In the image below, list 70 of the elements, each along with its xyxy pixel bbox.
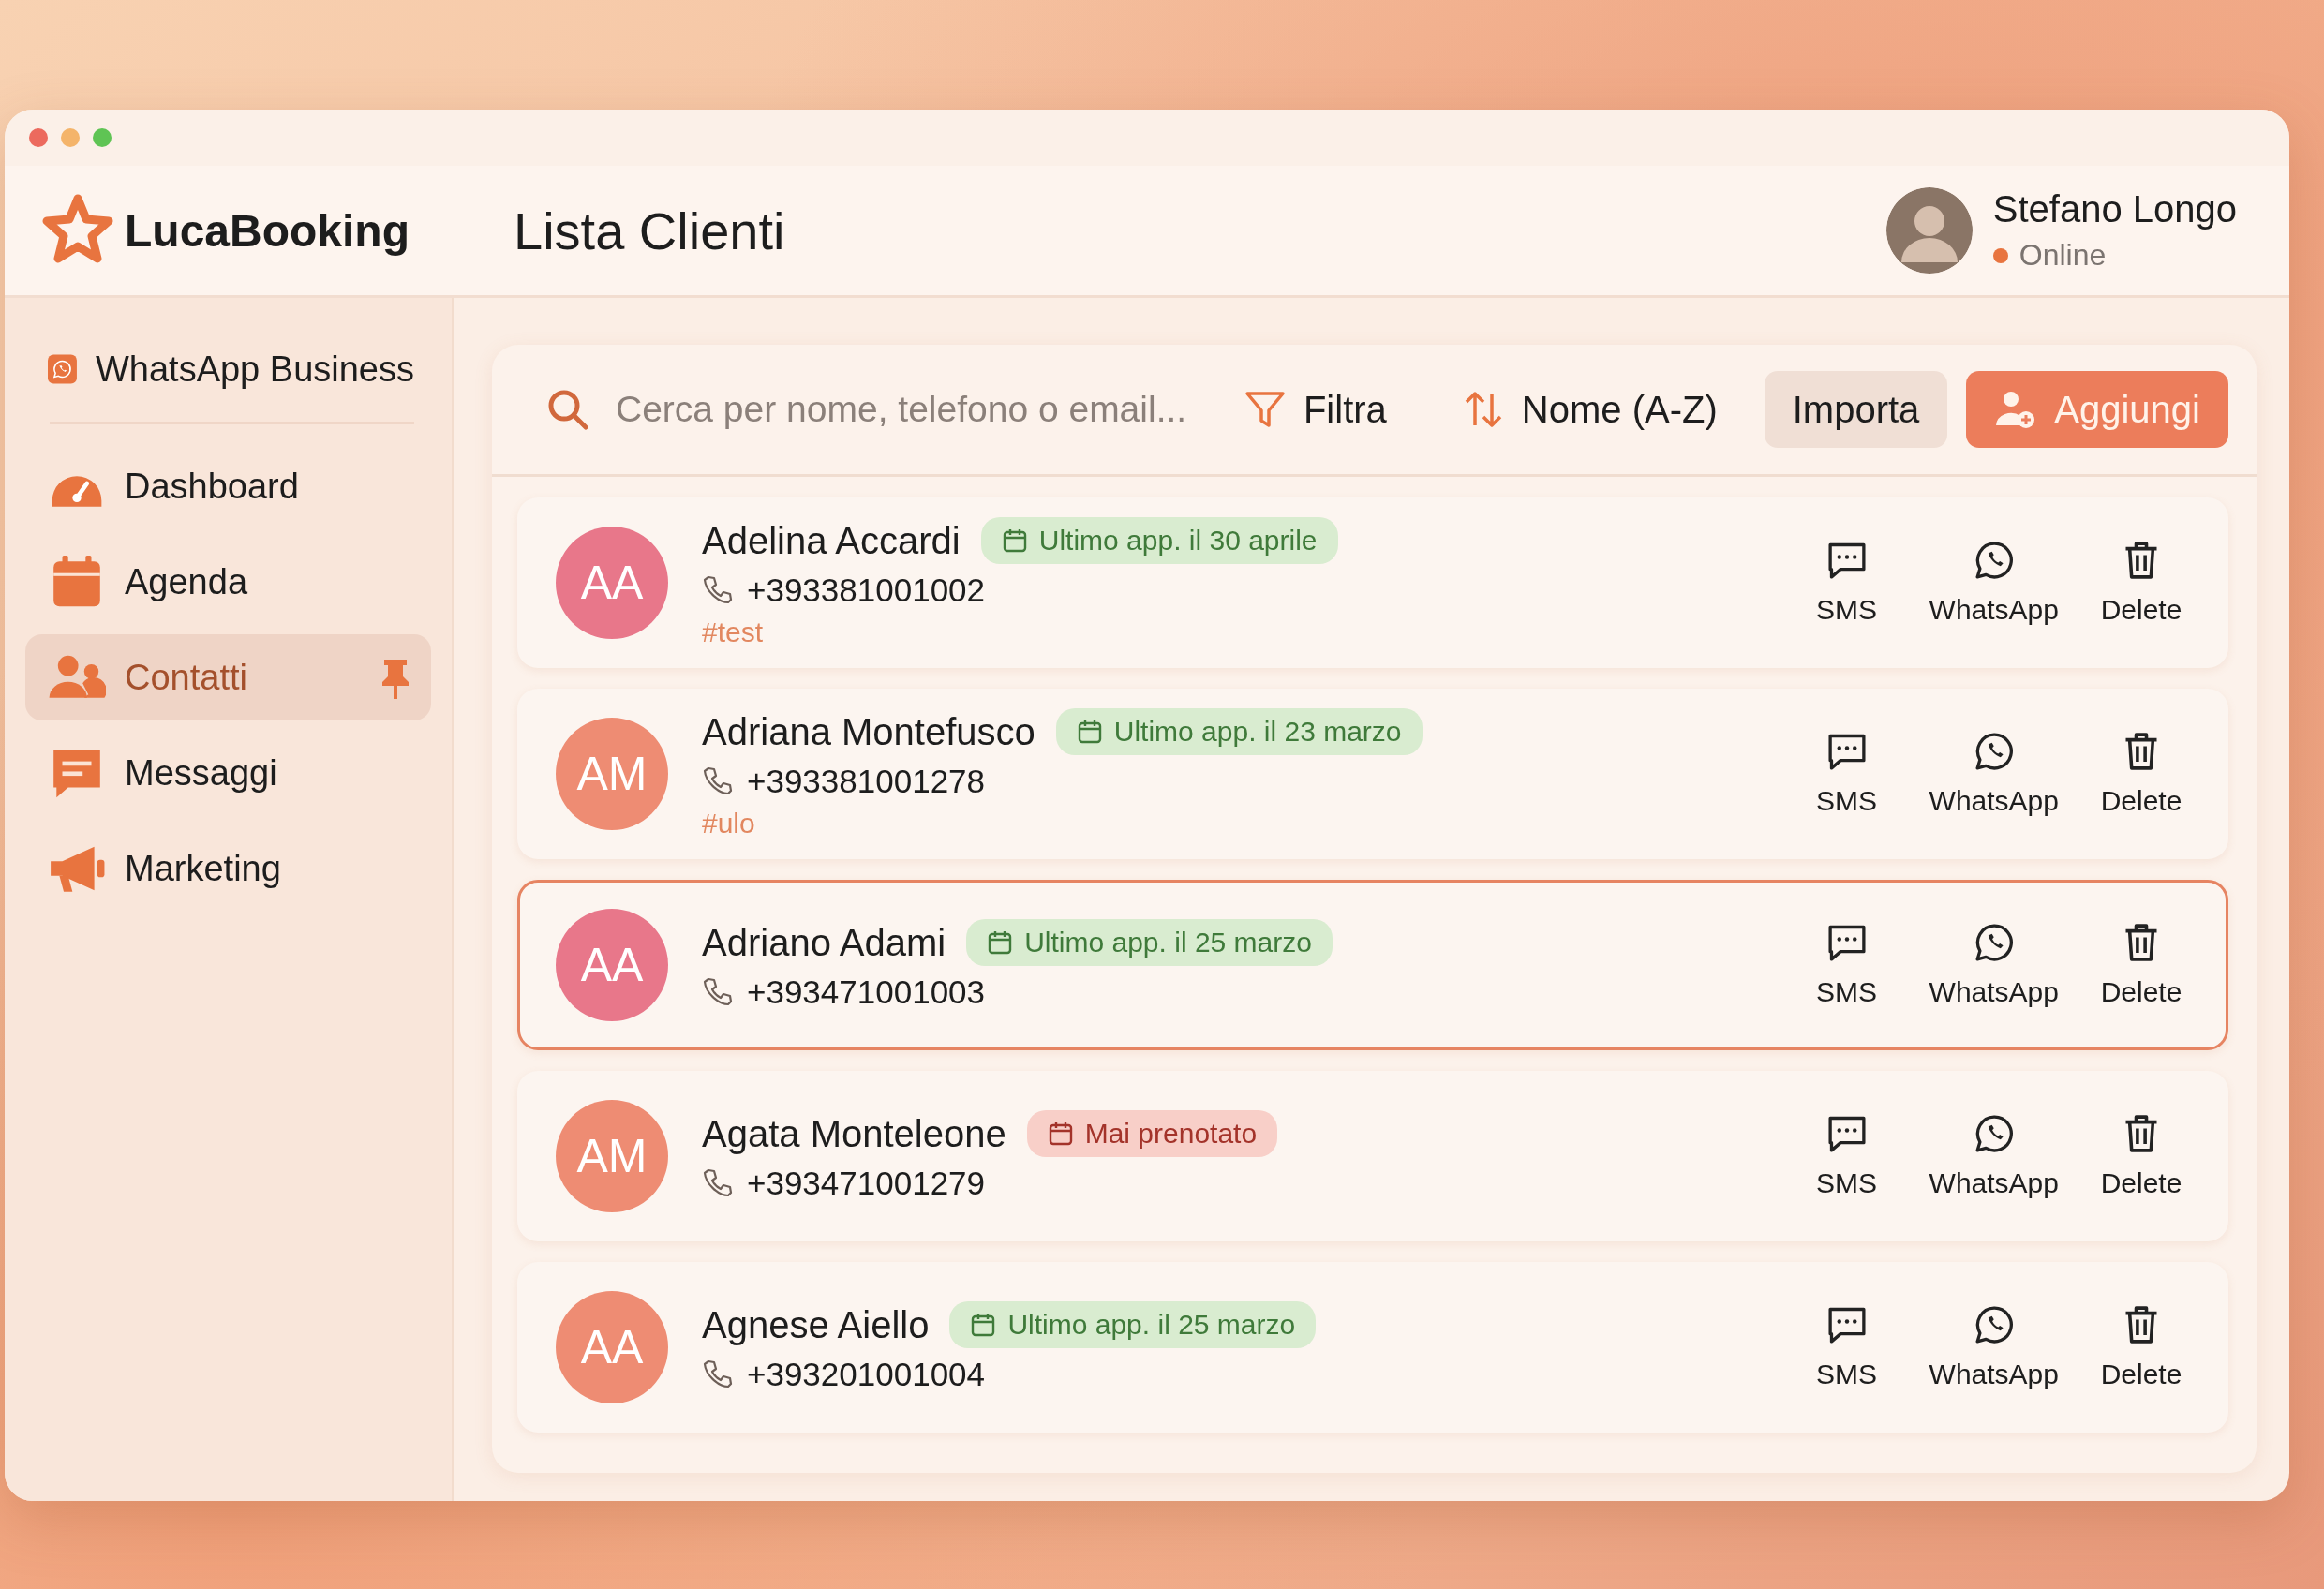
calendar-icon: [1001, 527, 1028, 554]
calendar-icon: [1076, 719, 1103, 745]
phone-icon: [702, 765, 734, 797]
initials-avatar: AM: [556, 1100, 668, 1212]
user-status: Online: [2019, 238, 2107, 273]
sidebar-item[interactable]: Messaggi: [25, 730, 431, 816]
sort-button[interactable]: Nome (A-Z): [1433, 388, 1746, 431]
sms-button[interactable]: SMS: [1780, 1107, 1913, 1205]
client-card[interactable]: AA Adelina Accardi Ultimo app. il 30 aprile +393381001002 #test SMS WhatsApp Delete: [517, 497, 2228, 668]
import-button[interactable]: Importa: [1764, 371, 1948, 448]
client-card[interactable]: AA Adriano Adami Ultimo app. il 25 marzo +393471001003 SMS WhatsApp Delete: [517, 880, 2228, 1050]
phone-number: +393201001004: [747, 1356, 986, 1393]
appointment-badge: Ultimo app. il 30 aprile: [980, 517, 1338, 564]
whatsapp-button[interactable]: WhatsApp: [1921, 916, 2066, 1014]
calendar-icon: [1047, 1121, 1074, 1147]
close-button[interactable]: [29, 128, 48, 147]
client-name: Adriano Adami: [702, 921, 946, 964]
calendar-icon: [987, 929, 1014, 956]
appointment-badge: Mai prenotato: [1026, 1110, 1278, 1157]
client-name: Agnese Aiello: [702, 1303, 930, 1346]
delete-button[interactable]: Delete: [2076, 1107, 2207, 1205]
initials-avatar: AA: [556, 1291, 668, 1403]
client-card[interactable]: AM Adriana Montefusco Ultimo app. il 23 marzo +393381001278 #ulo SMS WhatsApp Delete: [517, 689, 2228, 859]
search-field[interactable]: Cerca per nome, telefono o email...: [614, 388, 1197, 431]
user-name: Stefano Longo: [1992, 188, 2237, 230]
minimize-button[interactable]: [61, 128, 80, 147]
whatsapp-button[interactable]: WhatsApp: [1921, 534, 2066, 631]
sidebar-item[interactable]: Agenda: [25, 539, 431, 625]
initials-avatar: AM: [556, 718, 668, 830]
phone-icon: [702, 1359, 734, 1390]
phone-icon: [702, 1167, 734, 1199]
client-card[interactable]: AM Agata Monteleone Mai prenotato +393471001279 SMS WhatsApp Delete: [517, 1071, 2228, 1241]
client-name: Adelina Accardi: [702, 519, 961, 562]
sidebar-item[interactable]: Marketing: [25, 825, 431, 912]
initials-avatar: AA: [556, 527, 668, 639]
delete-button[interactable]: Delete: [2076, 725, 2207, 823]
sidebar-item[interactable]: Dashboard: [25, 443, 431, 529]
delete-button[interactable]: Delete: [2076, 534, 2207, 631]
brand-name: LucaBooking: [125, 204, 410, 257]
phone-icon: [702, 976, 734, 1008]
status-dot: [1992, 247, 2008, 263]
sms-button[interactable]: SMS: [1780, 1299, 1913, 1396]
sidebar-item[interactable]: WhatsApp Business: [25, 326, 431, 412]
whatsapp-button[interactable]: WhatsApp: [1921, 1107, 2066, 1205]
phone-number: +393471001003: [747, 973, 986, 1011]
sms-button[interactable]: SMS: [1780, 534, 1913, 631]
client-tag: #ulo: [702, 808, 1781, 839]
client-card[interactable]: AA Agnese Aiello Ultimo app. il 25 marzo +393201001004 SMS WhatsApp Delete: [517, 1262, 2228, 1433]
sms-button[interactable]: SMS: [1780, 725, 1913, 823]
phone-number: +393381001002: [747, 572, 986, 609]
delete-button[interactable]: Delete: [2076, 1299, 2207, 1396]
appointment-badge: Ultimo app. il 25 marzo: [949, 1301, 1317, 1348]
phone-number: +393471001279: [747, 1165, 986, 1202]
client-tag: #test: [702, 616, 1781, 648]
sidebar-item[interactable]: Contatti: [25, 634, 431, 720]
page-title: Lista Clienti: [514, 200, 786, 261]
appointment-badge: Ultimo app. il 25 marzo: [966, 919, 1333, 966]
maximize-button[interactable]: [93, 128, 112, 147]
delete-button[interactable]: Delete: [2076, 916, 2207, 1014]
whatsapp-button[interactable]: WhatsApp: [1921, 725, 2066, 823]
whatsapp-button[interactable]: WhatsApp: [1921, 1299, 2066, 1396]
phone-number: +393381001278: [747, 763, 986, 800]
initials-avatar: AA: [556, 909, 668, 1021]
client-name: Agata Monteleone: [702, 1112, 1006, 1155]
appointment-badge: Ultimo app. il 23 marzo: [1055, 708, 1423, 755]
calendar-icon: [970, 1312, 997, 1338]
sms-button[interactable]: SMS: [1780, 916, 1913, 1014]
client-name: Adriana Montefusco: [702, 710, 1035, 753]
phone-icon: [702, 574, 734, 606]
filter-button[interactable]: Filtra: [1214, 388, 1415, 431]
